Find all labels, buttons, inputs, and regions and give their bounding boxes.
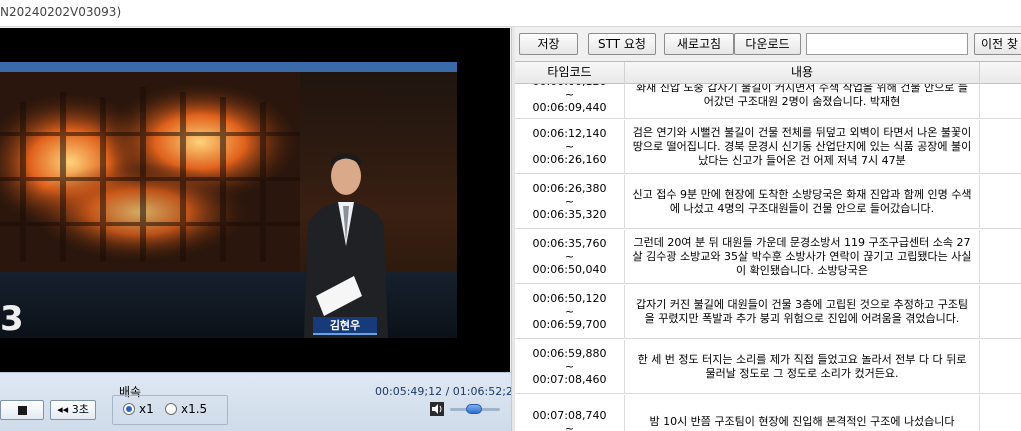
extra-cell [980, 120, 1021, 173]
content-text: 검은 연기와 시뻘건 불길이 건물 전체를 뒤덮고 외벽이 타면서 나온 불꽃이… [632, 125, 972, 167]
timecode-sep: ~ [564, 195, 575, 208]
speed-x1-5-radio[interactable]: x1.5 [165, 402, 207, 416]
timecode-column-header[interactable]: 타임코드 [515, 62, 625, 84]
grid-header: 타임코드 내용 [515, 62, 1021, 84]
content-text: 신고 접수 9분 만에 현장에 도착한 소방당국은 화재 진압과 함께 인명 수… [632, 187, 972, 215]
timecode-end: 00:06:26,160 [532, 153, 607, 166]
news-anchor [304, 153, 388, 338]
timecode-sep: ~ [564, 305, 575, 318]
radio-selected-icon [123, 403, 135, 415]
speed-x1-radio[interactable]: x1 [123, 402, 154, 416]
content-cell[interactable]: 그런데 20여 분 뒤 대원들 가운데 문경소방서 119 구조구급센터 소속 … [625, 230, 980, 283]
table-row[interactable]: 00:06:59,880 ~00:07:08,460 한 세 번 정도 터지는 소리… [515, 340, 1021, 394]
grid-rows: 00:00:00,120~00:06:09,440 화재 진압 도중 갑자기 불길… [515, 84, 1021, 431]
timecode-end: 00:06:09,440 [532, 101, 607, 114]
timecode-start: 00:06:35,760 [532, 237, 607, 250]
extra-column-header [980, 62, 1021, 84]
timecode-end: 00:07:08,460 [532, 373, 607, 386]
timecode-start: 00:06:59,880 [532, 347, 607, 360]
content-cell[interactable]: 갑자기 커진 불길에 대원들이 건물 3층에 고립된 것으로 추정하고 구조팀을… [625, 285, 980, 338]
content-text: 그런데 20여 분 뒤 대원들 가운데 문경소방서 119 구조구급센터 소속 … [632, 235, 972, 277]
timecode-cell[interactable]: 00:06:35,760 ~00:06:50,040 [515, 230, 625, 283]
extra-cell [980, 84, 1021, 118]
timecode-cell[interactable]: 00:06:50,120 ~00:06:59,700 [515, 285, 625, 338]
content-text: 한 세 번 정도 터지는 소리를 제가 직접 들었고요 놀라서 전부 다 다 뒤… [637, 352, 967, 380]
timecode-end: 00:06:50,040 [532, 263, 607, 276]
volume-slider-thumb[interactable] [466, 404, 482, 414]
save-button[interactable]: 저장 [519, 33, 578, 55]
refresh-button[interactable]: 새로고침 [664, 33, 734, 55]
download-button[interactable]: 다운로드 [734, 33, 801, 55]
extra-cell [980, 230, 1021, 283]
table-row[interactable]: 00:07:08,740 ~ 밤 10시 반쯤 구조팀이 현장에 진입해 본격적인 … [515, 395, 1021, 431]
channel-logo: 3 [0, 299, 24, 338]
video-frame[interactable]: 김현우 3 WS [0, 28, 510, 372]
transcript-pane: 저장 STT 요청 새로고침 다운로드 이전 찾 타임코드 내용 00:00:0… [515, 27, 1021, 431]
timecode-start: 00:06:26,380 [532, 182, 607, 195]
table-row[interactable]: 00:06:26,380 ~00:06:35,320 신고 접수 9분 만에 현장에… [515, 175, 1021, 229]
content-text: 밤 10시 반쯤 구조팀이 현장에 진입해 본격적인 구조에 나섰습니다 [649, 414, 955, 428]
timecode-start: 00:07:08,740 [532, 408, 607, 422]
timecode-end: 00:06:35,320 [532, 208, 607, 221]
video-pane: 김현우 3 WS ◂◂ 3초 배속 x1 x1.5 00:05:49;12 / … [0, 27, 520, 431]
content-cell[interactable]: 화재 진압 도중 갑자기 불길이 커지면서 수색 작업을 위해 건물 안으로 들… [625, 84, 980, 118]
extra-cell [980, 175, 1021, 228]
title-bar: N20240202V03093) [0, 0, 1021, 27]
radio-unselected-icon [165, 403, 177, 415]
extra-cell [980, 395, 1021, 431]
app-window: N20240202V03093) 김현우 3 ◂◂ 3초 배속 x1 x1.5 … [0, 0, 1021, 431]
news-broadcast-image: 김현우 3 WS [0, 62, 457, 338]
timecode-start: 00:06:12,140 [532, 127, 607, 140]
extra-cell [980, 340, 1021, 393]
stop-icon [17, 405, 27, 415]
timecode-cell[interactable]: 00:07:08,740 ~ [515, 395, 625, 431]
fire-background [0, 72, 300, 272]
content-cell[interactable]: 검은 연기와 시뻘건 불길이 건물 전체를 뒤덮고 외벽이 타면서 나온 불꽃이… [625, 120, 980, 173]
speed-group: x1 x1.5 [112, 395, 228, 425]
find-previous-button[interactable]: 이전 찾 [974, 33, 1021, 55]
timecode-cell[interactable]: 00:06:59,880 ~00:07:08,460 [515, 340, 625, 393]
content-text: 갑자기 커진 불길에 대원들이 건물 3층에 고립된 것으로 추정하고 구조팀을… [636, 297, 968, 325]
timecode-start: 00:06:50,120 [532, 292, 607, 305]
timecode-cell[interactable]: 00:00:00,120~00:06:09,440 [515, 84, 625, 118]
extra-cell [980, 285, 1021, 338]
content-cell[interactable]: 밤 10시 반쯤 구조팀이 현장에 진입해 본격적인 구조에 나섰습니다 [625, 395, 980, 431]
timecode-cell[interactable]: 00:06:26,380 ~00:06:35,320 [515, 175, 625, 228]
stt-request-button[interactable]: STT 요청 [588, 33, 656, 55]
rewind-3s-button[interactable]: ◂◂ 3초 [50, 400, 96, 420]
search-input[interactable] [806, 33, 968, 55]
timecode-cell[interactable]: 00:06:12,140 ~00:06:26,160 [515, 120, 625, 173]
table-row[interactable]: 00:06:35,760 ~00:06:50,040 그런데 20여 분 뒤 대원들… [515, 230, 1021, 284]
content-cell[interactable]: 신고 접수 9분 만에 현장에 도착한 소방당국은 화재 진압과 함께 인명 수… [625, 175, 980, 228]
time-readout: 00:05:49;12 / 01:06:52;25 [375, 385, 520, 398]
anchor-name-plate: 김현우 [313, 317, 377, 335]
player-controls: ◂◂ 3초 배속 x1 x1.5 00:05:49;12 / 01:06:52;… [0, 372, 520, 431]
speed-x1-label: x1 [139, 402, 154, 416]
timecode-sep: ~ [564, 88, 575, 101]
timecode-sep: ~ [564, 421, 575, 431]
timecode-end: 00:06:59,700 [532, 318, 607, 331]
window-title: N20240202V03093) [0, 5, 122, 19]
content-cell[interactable]: 한 세 번 정도 터지는 소리를 제가 직접 들었고요 놀라서 전부 다 다 뒤… [625, 340, 980, 393]
speaker-icon[interactable] [430, 402, 444, 416]
timecode-sep: ~ [564, 360, 575, 373]
speed-x1-5-label: x1.5 [181, 402, 208, 416]
table-row[interactable]: 00:06:50,120 ~00:06:59,700 갑자기 커진 불길에 대원들이… [515, 285, 1021, 339]
studio-banner [0, 62, 457, 72]
table-row[interactable]: 00:06:12,140 ~00:06:26,160 검은 연기와 시뻘건 불길이 … [515, 120, 1021, 174]
stop-button[interactable] [0, 400, 44, 420]
transcript-grid: 타임코드 내용 00:00:00,120~00:06:09,440 화재 진압 도… [515, 61, 1021, 431]
timecode-sep: ~ [564, 250, 575, 263]
content-column-header[interactable]: 내용 [625, 62, 980, 84]
table-row[interactable]: 00:00:00,120~00:06:09,440 화재 진압 도중 갑자기 불길… [515, 84, 1021, 119]
timecode-sep: ~ [564, 140, 575, 153]
content-text: 화재 진압 도중 갑자기 불길이 커지면서 수색 작업을 위해 건물 안으로 들… [636, 84, 968, 108]
